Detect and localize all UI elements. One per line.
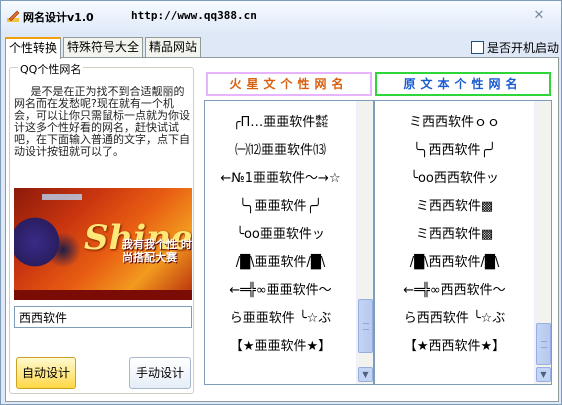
banner-logo	[42, 194, 82, 200]
autostart-checkbox[interactable]	[471, 41, 484, 54]
banner-footer-strip	[14, 290, 192, 300]
tab-featured-sites[interactable]: 精品网站	[145, 37, 202, 58]
nickname-group: QQ个性网名 是不是在正为找不到合适靓丽的网名而在发愁呢?现在就有一个机会，可以…	[9, 61, 194, 394]
list-item[interactable]: ←═╬∞西西软件～	[375, 277, 534, 305]
list-item[interactable]: ミ西西软件ｏｏ	[375, 109, 534, 137]
banner-slogan: 我有我个性 时尚搭配大赛	[122, 238, 192, 264]
list-item[interactable]: ㈠⑿亜亜软件⒀	[205, 137, 356, 165]
martian-names-items: ╭Π…亜亜软件㍿ ㈠⑿亜亜软件⒀ ←№1亜亜软件～→☆ ╰╮亜亜软件╭╯ ╰oo…	[205, 101, 356, 361]
scroll-down-arrow-icon[interactable]: ▼	[358, 367, 373, 382]
martian-names-list[interactable]: ╭Π…亜亜软件㍿ ㈠⑿亜亜软件⒀ ←№1亜亜软件～→☆ ╰╮亜亜软件╭╯ ╰oo…	[204, 100, 374, 385]
list-item[interactable]: ←№1亜亜软件～→☆	[205, 165, 356, 193]
autostart-label: 是否开机启动	[487, 41, 560, 55]
autostart-toggle[interactable]: 是否开机启动	[471, 39, 559, 56]
list-item[interactable]: ╰╮亜亜软件╭╯	[205, 193, 356, 221]
martian-names-header: 火星文个性网名	[206, 72, 372, 96]
right-scrollbar-thumb[interactable]	[536, 323, 551, 365]
list-item[interactable]: ら西西软件 ╰☆ぶ	[375, 305, 534, 333]
ad-banner[interactable]: Shine 我有我个性 时尚搭配大赛	[14, 188, 192, 300]
auto-design-button[interactable]: 自动设计	[16, 357, 76, 389]
status-strip	[1, 391, 561, 404]
tab-bar: 个性转换 特殊符号大全 精品网站	[5, 37, 203, 59]
left-scrollbar-thumb[interactable]	[358, 299, 373, 353]
name-input[interactable]	[14, 306, 192, 328]
list-item[interactable]: ╰oo西西软件ッ	[375, 165, 534, 193]
list-item[interactable]: ミ西西软件▩	[375, 193, 534, 221]
original-names-list[interactable]: ミ西西软件ｏｏ ╰╮西西软件╭╯ ╰oo西西软件ッ ミ西西软件▩ ミ西西软件▩ …	[374, 100, 552, 385]
list-item[interactable]: 【★亜亜软件★】	[205, 333, 356, 361]
list-item[interactable]: ╰╮西西软件╭╯	[375, 137, 534, 165]
right-scrollbar[interactable]: ▼	[534, 101, 551, 384]
list-item[interactable]: ╭Π…亜亜软件㍿	[205, 109, 356, 137]
left-scrollbar[interactable]: ▼	[356, 101, 373, 384]
list-item[interactable]: ←═╬∞亜亜软件～	[205, 277, 356, 305]
tab-special-symbols[interactable]: 特殊符号大全	[63, 37, 144, 58]
original-names-items: ミ西西软件ｏｏ ╰╮西西软件╭╯ ╰oo西西软件ッ ミ西西软件▩ ミ西西软件▩ …	[375, 101, 534, 361]
app-window: 网名设计v1.0 http://www.qq388.cn ✕ 个性转换 特殊符号…	[0, 0, 562, 405]
window-url: http://www.qq388.cn	[131, 9, 257, 22]
description-text: 是不是在正为找不到合适靓丽的网名而在发愁呢?现在就有一个机会，可以让你只需鼠标一…	[14, 86, 190, 158]
list-item[interactable]: /█\亜亜软件/█\	[205, 249, 356, 277]
close-button[interactable]: ✕	[532, 9, 546, 23]
tab-style-convert[interactable]: 个性转换	[5, 37, 62, 59]
pencil-icon	[7, 10, 20, 22]
scroll-down-arrow-icon[interactable]: ▼	[536, 367, 551, 382]
original-names-header: 原文本个性网名	[375, 72, 551, 96]
list-item[interactable]: ら亜亜软件 ╰☆ぶ	[205, 305, 356, 333]
tab-panel: QQ个性网名 是不是在正为找不到合适靓丽的网名而在发愁呢?现在就有一个机会，可以…	[5, 57, 559, 402]
manual-design-button[interactable]: 手动设计	[129, 357, 191, 389]
list-item[interactable]: 【★西西软件★】	[375, 333, 534, 361]
banner-figures	[14, 210, 84, 290]
title-bar: 网名设计v1.0 http://www.qq388.cn ✕	[1, 1, 561, 33]
list-item[interactable]: /█\西西软件/█\	[375, 249, 534, 277]
window-title: 网名设计v1.0	[23, 11, 94, 24]
list-item[interactable]: ミ西西软件▩	[375, 221, 534, 249]
list-item[interactable]: ╰oo亜亜软件ッ	[205, 221, 356, 249]
group-title: QQ个性网名	[18, 61, 84, 77]
